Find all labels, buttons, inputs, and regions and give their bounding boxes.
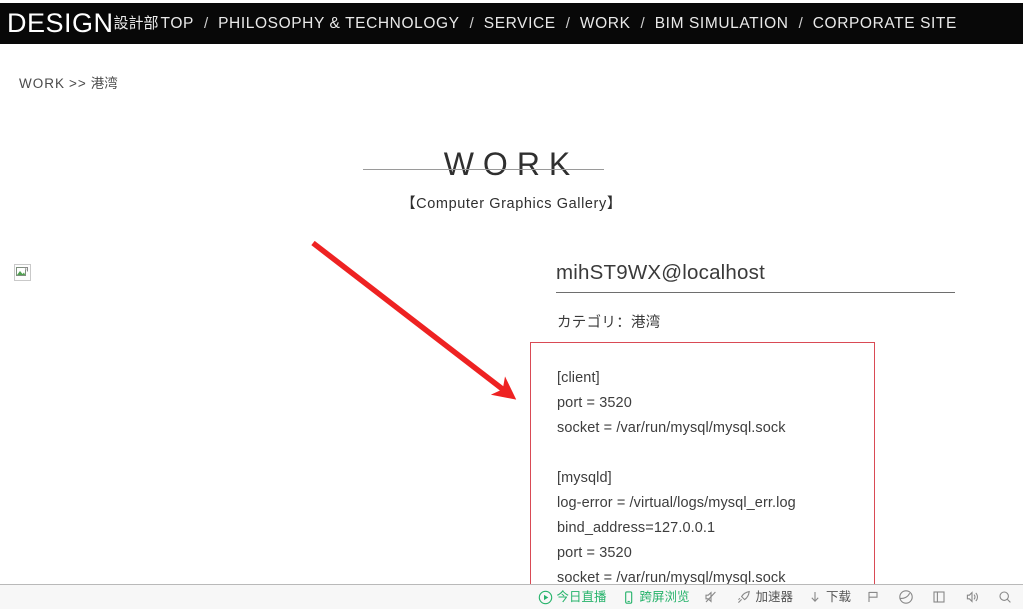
nav-item-bim-simulation[interactable]: BIM SIMULATION <box>654 16 790 32</box>
config-line: [mysqld] <box>557 470 612 486</box>
taskbar-label-download: 下载 <box>825 589 851 604</box>
phone-screen-icon <box>620 589 636 605</box>
entry-category: カテゴリ：港湾 <box>557 315 661 331</box>
nav-separator: / <box>469 15 474 32</box>
taskbar-item-window-split[interactable] <box>924 585 957 609</box>
rocket-icon <box>736 589 752 605</box>
nav-item-service[interactable]: SERVICE <box>483 16 557 32</box>
entry-title-divider <box>556 292 955 293</box>
config-line: socket = /var/run/mysql/mysql.sock <box>557 420 786 436</box>
taskbar-item-download[interactable]: 下载 <box>800 585 858 609</box>
config-line: log-error = /virtual/logs/mysql_err.log <box>557 495 796 511</box>
taskbar-item-search[interactable] <box>990 585 1023 609</box>
brand-subtitle: 設計部 <box>113 14 159 32</box>
global-header: DESIGN 設計部 TOP / PHILOSOPHY & TECHNOLOGY… <box>0 3 1023 44</box>
page-title: WORK <box>443 146 580 183</box>
taskbar-label-accelerator: 加速器 <box>755 589 793 604</box>
download-arrow-icon <box>807 589 823 605</box>
taskbar-label-live: 今日直播 <box>556 589 607 604</box>
live-play-icon <box>537 589 553 605</box>
nav-item-work[interactable]: WORK <box>579 16 632 32</box>
taskbar-item-volume[interactable] <box>957 585 990 609</box>
taskbar-item-live[interactable]: 今日直播 <box>530 585 613 609</box>
taskbar-item-cross-screen[interactable]: 跨屏浏览 <box>613 585 696 609</box>
nav-item-top[interactable]: TOP <box>160 16 195 32</box>
window-split-icon <box>931 589 947 605</box>
breadcrumb-root[interactable]: WORK <box>19 76 65 91</box>
nav-item-corporate-site[interactable]: CORPORATE SITE <box>812 16 958 32</box>
nav-item-philosophy-technology[interactable]: PHILOSOPHY & TECHNOLOGY <box>217 16 461 32</box>
config-text-block: [client] port = 3520 socket = /var/run/m… <box>557 366 957 591</box>
volume-icon <box>964 589 980 605</box>
annotation-arrow-line <box>311 240 517 400</box>
taskbar-label-cross-screen: 跨屏浏览 <box>639 589 690 604</box>
browser-bottom-toolbar: 今日直播 跨屏浏览 加速器 下载 <box>0 584 1023 609</box>
nav-separator: / <box>565 15 570 32</box>
breadcrumb: WORK >> 港湾 <box>19 72 118 92</box>
nav-separator: / <box>798 15 803 32</box>
taskbar-item-browser-logo[interactable] <box>891 585 924 609</box>
broken-image-glyph <box>16 267 28 276</box>
nav-separator: / <box>203 15 209 32</box>
entry-title: mihST9WX@localhost <box>556 261 765 284</box>
flag-icon <box>865 589 881 605</box>
search-icon <box>997 589 1013 605</box>
config-line: [client] <box>557 370 600 386</box>
taskbar-item-flag[interactable] <box>858 585 891 609</box>
mute-sound-icon <box>703 589 719 605</box>
browser-logo-icon <box>898 589 914 605</box>
breadcrumb-current: 港湾 <box>90 76 118 91</box>
config-line: bind_address=127.0.0.1 <box>557 520 716 536</box>
brand-logo[interactable]: DESIGN <box>0 10 114 37</box>
config-line-blank <box>557 441 957 466</box>
config-line: port = 3520 <box>557 545 632 561</box>
taskbar-item-mute[interactable] <box>696 585 729 609</box>
main-nav: TOP / PHILOSOPHY & TECHNOLOGY / SERVICE … <box>159 16 958 32</box>
breadcrumb-separator: >> <box>69 76 87 91</box>
page-title-divider <box>363 169 604 170</box>
page-subtitle: 【Computer Graphics Gallery】 <box>401 196 622 212</box>
config-line: port = 3520 <box>557 395 632 411</box>
nav-separator: / <box>640 15 645 32</box>
taskbar-item-accelerator[interactable]: 加速器 <box>729 585 800 609</box>
broken-image-icon[interactable] <box>14 264 31 281</box>
